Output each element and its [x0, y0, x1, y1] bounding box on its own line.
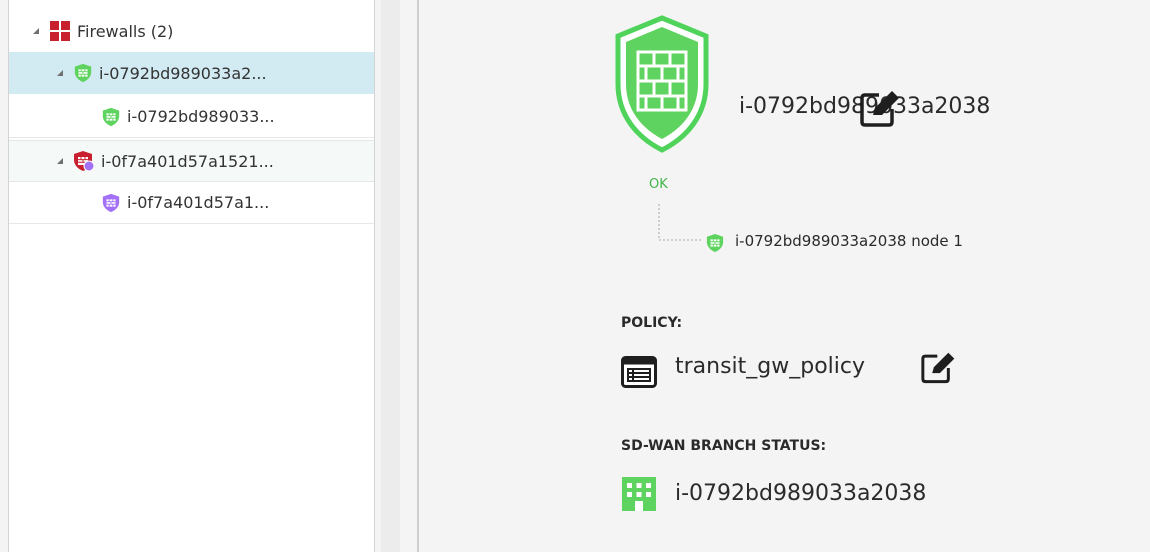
expand-arrow-icon[interactable]	[31, 26, 41, 36]
policy-name-link[interactable]: transit_gw_policy	[675, 354, 865, 379]
firewall-group-icon	[50, 21, 70, 41]
policy-heading: POLICY:	[621, 315, 683, 331]
branch-status-heading: SD-WAN BRANCH STATUS:	[621, 438, 827, 454]
edit-firewall-icon[interactable]	[859, 89, 903, 129]
branch-name-link[interactable]: i-0792bd989033a2038	[675, 481, 926, 506]
tree-item-label: i-0792bd989033a2...	[99, 63, 267, 83]
tree-item-firewall-2[interactable]: i-0f7a401d57a1521...	[9, 140, 374, 182]
edit-policy-icon[interactable]	[920, 351, 958, 385]
tree-item-label: i-0f7a401d57a1...	[127, 193, 270, 212]
tree-item-node-2[interactable]: i-0f7a401d57a1...	[9, 182, 374, 224]
firewall-node-ok-icon	[102, 107, 120, 126]
tree-item-label: i-0f7a401d57a1521...	[101, 151, 274, 171]
node-connector-line	[658, 204, 703, 241]
branch-building-icon	[622, 477, 656, 511]
tree-item-firewall-1[interactable]: i-0792bd989033a2...	[9, 52, 374, 94]
firewall-node-ok-icon	[706, 234, 724, 252]
tree-item-node-1[interactable]: i-0792bd989033...	[9, 96, 374, 138]
firewall-tree: Firewalls (2) i-0792bd989033a2... i-0792…	[8, 0, 375, 552]
expand-arrow-icon[interactable]	[55, 68, 65, 78]
firewall-node-unknown-icon	[102, 193, 120, 212]
tree-root-firewalls[interactable]: Firewalls (2)	[9, 10, 374, 52]
firewall-ok-icon	[74, 63, 92, 83]
expand-arrow-icon[interactable]	[55, 156, 65, 166]
policy-icon	[621, 356, 657, 388]
firewall-shield-icon	[615, 15, 709, 153]
panel-splitter[interactable]	[381, 0, 400, 552]
tree-root-label: Firewalls (2)	[77, 21, 174, 41]
firewall-node-link[interactable]: i-0792bd989033a2038 node 1	[735, 232, 963, 250]
firewall-detail-panel	[419, 0, 1150, 552]
firewall-status-text: OK	[649, 177, 668, 192]
tree-item-label: i-0792bd989033...	[127, 107, 275, 126]
firewall-error-icon	[74, 151, 95, 172]
